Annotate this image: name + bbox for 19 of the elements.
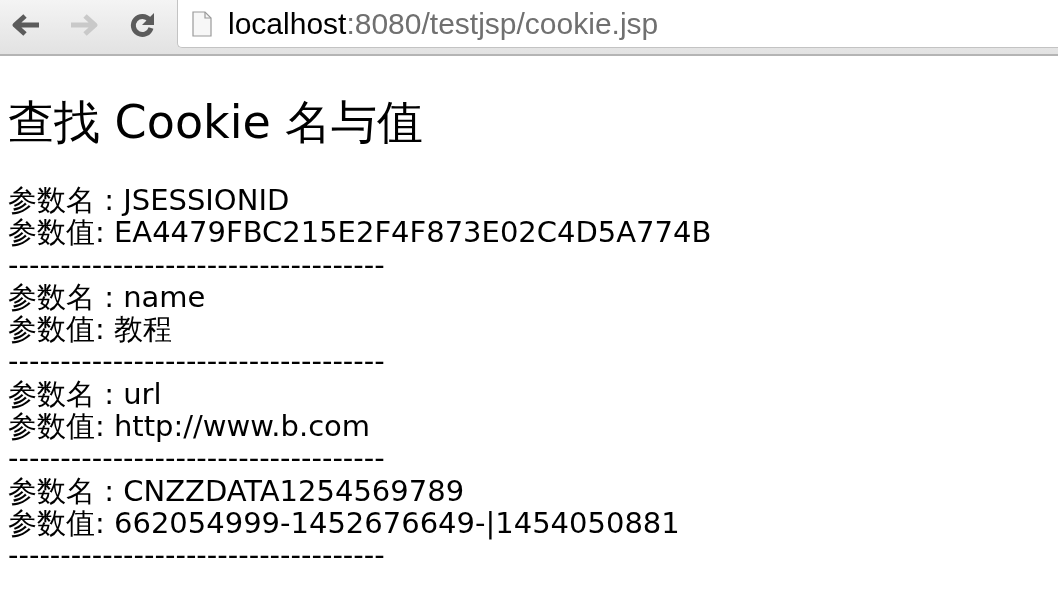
forward-arrow-icon (69, 13, 99, 37)
cookie-value-text: 参数值: http://www.b.com (8, 410, 371, 443)
cookie-name-text: 参数名 : CNZZDATA1254569789 (8, 474, 465, 507)
address-bar[interactable]: localhost:8080/testjsp/cookie.jsp (177, 0, 1058, 48)
separator-text: ------------------------------------ (8, 539, 385, 572)
separator-text: ------------------------------------ (8, 248, 385, 281)
cookie-value-text: 参数值: EA4479FBC215E2F4F873E02C4D5A774B (8, 216, 712, 249)
back-arrow-icon (11, 13, 41, 37)
cookie-value-text: 参数值: 662054999-1452676649-|1454050881 (8, 506, 680, 540)
url-text: localhost:8080/testjsp/cookie.jsp (228, 6, 659, 41)
cookie-name-text: 参数名 : JSESSIONID (8, 184, 290, 217)
page-document-icon (192, 10, 212, 37)
separator-text: ------------------------------------ (8, 442, 385, 475)
cookie-name-text: 参数名 : name (8, 280, 206, 314)
reload-icon (128, 11, 156, 39)
separator-text: ------------------------------------ (8, 345, 385, 378)
page-heading: 查找 Cookie 名与值 (8, 94, 424, 150)
cookie-name-text: 参数名 : url (8, 377, 162, 411)
cookie-value-text: 参数值: 教程 (8, 313, 172, 346)
